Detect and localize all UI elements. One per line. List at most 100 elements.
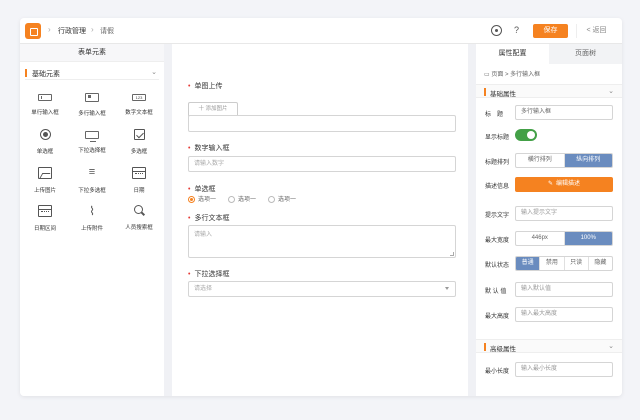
gear-icon[interactable]	[491, 25, 502, 36]
save-button[interactable]: 保存	[533, 24, 568, 38]
component-label: 下拉多选框	[78, 188, 106, 194]
radio-option-1[interactable]: 选项一	[188, 194, 216, 203]
layout-vertical-option[interactable]: 纵向排列	[564, 154, 612, 167]
chevron-right-icon: ›	[48, 25, 51, 34]
min-length-input[interactable]: 输入最小长度	[515, 362, 613, 377]
radio-option-3[interactable]: 选项一	[268, 194, 296, 203]
component-person-search[interactable]: 人员搜索框	[117, 205, 161, 241]
panel-title: 表单元素	[20, 44, 164, 62]
component-label: 单行输入框	[31, 110, 59, 116]
basic-elements-group-header[interactable]: 基础元素 ⌄	[25, 66, 159, 80]
number-input[interactable]: 请输入数字	[188, 156, 456, 172]
checkbox-icon	[133, 129, 145, 140]
input-icon	[38, 94, 52, 101]
component-label: 上传附件	[80, 226, 103, 232]
accent-bar	[25, 69, 27, 77]
component-label: 日期	[133, 188, 145, 194]
edit-description-button[interactable]: ✎ 编辑描述	[515, 177, 613, 192]
field-label-textarea: • 多行文本框	[188, 215, 230, 222]
component-multi-select[interactable]: 下拉多选框	[70, 167, 114, 203]
help-icon[interactable]: ?	[511, 25, 522, 36]
select-icon	[85, 131, 99, 142]
component-label: 多行输入框	[78, 111, 106, 117]
component-date-range[interactable]: 日期区间	[23, 205, 67, 241]
radio-icon	[268, 195, 275, 203]
width-px-option[interactable]: 446px	[516, 232, 565, 245]
select-placeholder: 请选择	[194, 286, 213, 292]
component-checkbox[interactable]: 多选框	[117, 129, 161, 165]
field-label-select: • 下拉选择框	[188, 271, 230, 278]
chevron-down-icon[interactable]: ⌄	[151, 68, 157, 76]
tab-page-tree[interactable]: 页面树	[549, 44, 622, 64]
prop-show-title-label: 显示标题	[485, 135, 510, 141]
basic-properties-header[interactable]: 基础属性 ⌄	[476, 84, 622, 98]
required-mark: •	[188, 145, 191, 152]
state-disabled-option[interactable]: 禁用	[540, 257, 565, 270]
properties-panel: 属性配置 页面树 ▭ 页面 > 多行输入框 基础属性 ⌄ 标 题 多行输入框 显…	[476, 44, 622, 396]
paperclip-icon	[85, 205, 99, 217]
width-percent-option[interactable]: 100%	[564, 232, 612, 245]
prop-min-length-label: 最小长度	[485, 369, 510, 375]
prop-hint-label: 提示文字	[485, 213, 510, 219]
component-radio[interactable]: 单选框	[23, 129, 67, 165]
properties-breadcrumb: ▭ 页面 > 多行输入框	[484, 72, 541, 78]
layout-horizontal-option[interactable]: 横行排列	[516, 154, 565, 167]
required-mark: •	[188, 186, 191, 193]
top-bar: › 行政管理 › 请假 ? 保存 < 返回	[20, 18, 622, 44]
section-title: 高级属性	[490, 346, 516, 353]
textarea-input[interactable]: 请输入	[188, 225, 456, 258]
prop-max-width-label: 最大宽度	[485, 238, 510, 244]
state-hidden-option[interactable]: 隐藏	[589, 257, 612, 270]
max-height-input[interactable]: 输入最大高度	[515, 307, 613, 322]
search-icon	[133, 205, 145, 216]
tab-properties[interactable]: 属性配置	[476, 44, 549, 64]
component-number[interactable]: 123 数字文本框	[117, 91, 161, 127]
accent-bar	[484, 88, 486, 96]
component-image-upload[interactable]: 上传图片	[23, 167, 67, 203]
image-icon	[38, 167, 52, 179]
state-normal-option[interactable]: 普通	[516, 257, 541, 270]
back-button[interactable]: < 返回	[576, 24, 616, 38]
accent-bar	[484, 343, 486, 351]
radio-option-2[interactable]: 选项一	[228, 194, 256, 203]
default-state-segment: 普通 禁用 只读 隐藏	[515, 256, 613, 271]
component-label: 日期区间	[33, 226, 56, 232]
app-logo-icon[interactable]	[25, 23, 41, 39]
radio-selected-icon	[188, 195, 195, 203]
component-select[interactable]: 下拉选择框	[70, 129, 114, 165]
calendar-icon	[132, 167, 146, 179]
multi-select-icon	[86, 167, 98, 179]
textarea-placeholder: 请输入	[194, 232, 213, 238]
component-date[interactable]: 日期	[117, 167, 161, 203]
select-dropdown[interactable]: 请选择	[188, 281, 456, 297]
component-attachment[interactable]: 上传附件	[70, 205, 114, 241]
breadcrumb-item-leave: 请假	[100, 28, 114, 35]
state-readonly-option[interactable]: 只读	[565, 257, 589, 270]
image-upload-field[interactable]	[188, 115, 456, 132]
resize-handle-icon[interactable]	[450, 252, 454, 256]
chevron-down-icon[interactable]: ⌄	[608, 87, 614, 95]
form-elements-panel: 表单元素 基础元素 ⌄ 单行输入框 多行输入框 123 数字文本框 单选框 下拉…	[20, 44, 164, 396]
component-label: 多选框	[130, 149, 148, 155]
chevron-down-icon[interactable]: ⌄	[608, 342, 614, 350]
required-mark: •	[188, 271, 191, 278]
title-input[interactable]: 多行输入框	[515, 105, 613, 120]
advanced-properties-header[interactable]: 高级属性 ⌄	[476, 339, 622, 353]
show-title-toggle[interactable]	[515, 129, 537, 141]
date-range-icon	[38, 205, 52, 217]
component-label: 下拉选择框	[78, 148, 106, 154]
form-designer-window: › 行政管理 › 请假 ? 保存 < 返回 表单元素 基础元素 ⌄ 单行输入框 …	[20, 18, 622, 396]
required-mark: •	[188, 215, 191, 222]
radio-icon	[39, 129, 51, 140]
component-textarea[interactable]: 多行输入框	[70, 91, 114, 127]
prop-title-layout-label: 标题排列	[485, 160, 510, 166]
component-single-input[interactable]: 单行输入框	[23, 91, 67, 127]
field-label-number: • 数字输入框	[188, 145, 230, 152]
prop-description-label: 描述信息	[485, 184, 510, 190]
breadcrumb-item-admin[interactable]: 行政管理	[58, 26, 86, 36]
hint-input[interactable]: 输入提示文字	[515, 206, 613, 221]
radio-icon	[228, 195, 235, 203]
form-canvas: • 单图上传 十 添加图片 • 数字输入框 请输入数字 • 单选框 选项一 选项一 选…	[172, 44, 468, 396]
default-value-input[interactable]: 输入默认值	[515, 282, 613, 297]
number-icon: 123	[132, 94, 146, 101]
